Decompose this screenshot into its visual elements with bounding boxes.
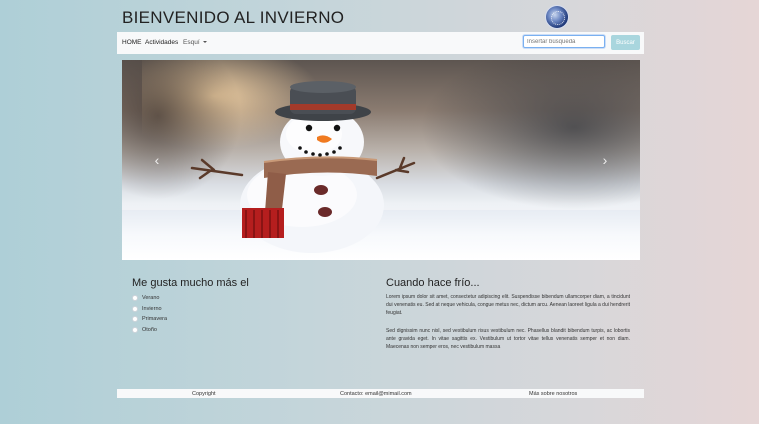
site-title: BIENVENIDO AL INVIERNO (122, 8, 345, 27)
option-label: Invierno (142, 305, 162, 312)
season-option-verano[interactable]: Verano (132, 293, 167, 304)
nav-ski-dropdown[interactable]: Esquí (183, 39, 207, 46)
image-carousel[interactable]: ‹ › (122, 60, 640, 260)
chevron-left-icon[interactable]: ‹ (150, 152, 164, 168)
paragraph-1: Lorem ipsum dolor sit amet, consectetur … (386, 294, 630, 316)
radio-button[interactable] (132, 326, 138, 333)
option-label: Otoño (142, 326, 157, 333)
preference-title: Me gusta mucho más el (132, 277, 249, 289)
search-button[interactable]: Buscar (611, 35, 640, 50)
nav-home-link[interactable]: HOME (122, 39, 142, 46)
globe-logo-icon (546, 6, 568, 28)
season-option-invierno[interactable]: Invierno (132, 304, 167, 315)
season-options: Verano Invierno Primavera Otoño (132, 293, 167, 335)
footer-copyright: Copyright (192, 390, 216, 397)
snowman-image (190, 81, 416, 253)
radio-button[interactable] (132, 305, 138, 312)
option-label: Primavera (142, 316, 168, 323)
cold-section-title: Cuando hace frío... (386, 277, 480, 289)
nav-activities-link[interactable]: Actividades (145, 39, 178, 46)
option-label: Verano (142, 295, 160, 302)
season-option-primavera[interactable]: Primavera (132, 314, 167, 325)
footer-contact[interactable]: Contacto: email@mimail.com (340, 391, 412, 397)
navbar: HOME Actividades Esquí Buscar (117, 32, 644, 54)
season-option-otono[interactable]: Otoño (132, 325, 167, 336)
nav-ski-label: Esquí (183, 39, 200, 46)
radio-button[interactable] (132, 295, 138, 302)
caret-down-icon (202, 41, 207, 44)
footer-about-link[interactable]: Más sobre nosotros (529, 391, 577, 397)
footer: Copyright Contacto: email@mimail.com Más… (117, 389, 644, 398)
chevron-right-icon[interactable]: › (598, 152, 612, 168)
radio-button[interactable] (132, 316, 138, 323)
search-input[interactable] (523, 35, 605, 48)
page-right-edge (759, 0, 765, 426)
paragraph-2: Sed dignissim nunc nisl, sed vestibulum … (386, 328, 630, 350)
